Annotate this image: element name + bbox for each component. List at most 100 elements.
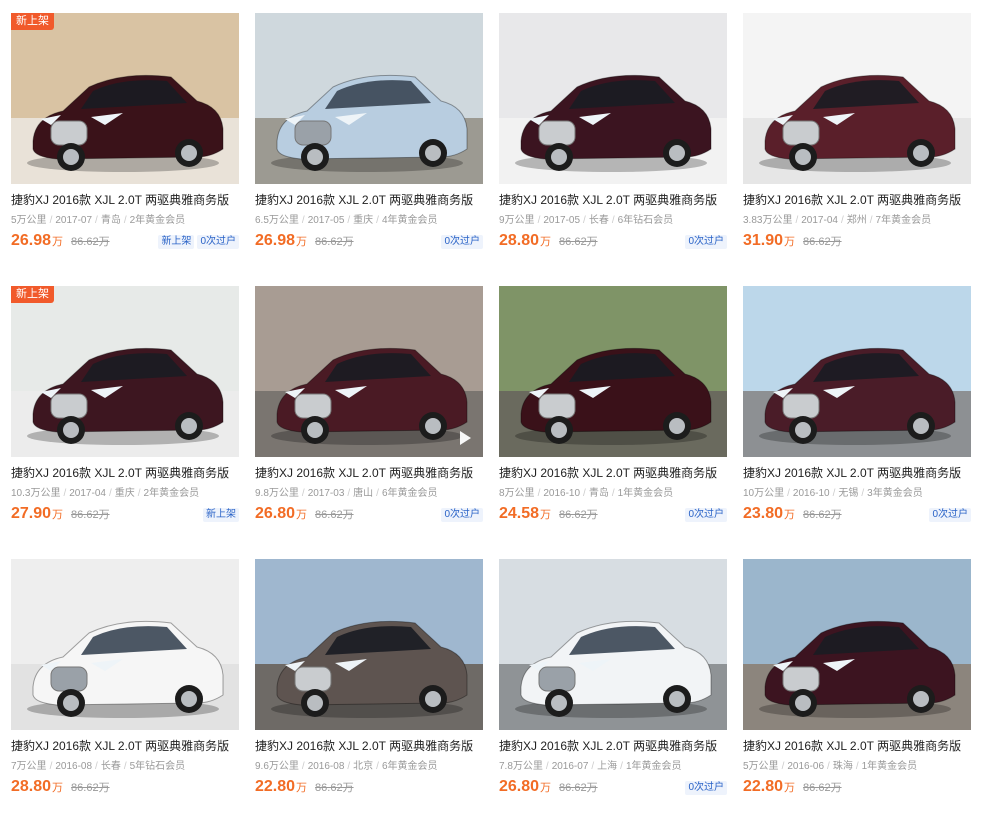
car-title-link[interactable]: 捷豹XJ 2016款 XJL 2.0T 两驱典雅商务版 [743, 739, 971, 754]
car-listing-card[interactable]: 捷豹XJ 2016款 XJL 2.0T 两驱典雅商务版 8万公里/2016-10/… [499, 286, 727, 546]
price-unit: 万 [540, 509, 552, 521]
meta-date: 2017-03 [307, 488, 345, 499]
tag-list: 0次过户 [929, 508, 971, 522]
car-photo[interactable] [11, 559, 239, 730]
car-listing-card[interactable]: 捷豹XJ 2016款 XJL 2.0T 两驱典雅商务版 9万公里/2017-05/… [499, 13, 727, 273]
transfer-count-tag: 0次过户 [441, 508, 483, 522]
car-photo[interactable] [743, 559, 971, 730]
meta-mileage: 9.6万公里 [255, 761, 299, 772]
price-row: 26.98 万 86.62万 0次过户 [255, 232, 483, 252]
original-price: 86.62万 [559, 509, 598, 521]
car-title-link[interactable]: 捷豹XJ 2016款 XJL 2.0T 两驱典雅商务版 [499, 466, 727, 481]
meta-separator: / [301, 761, 305, 772]
meta-separator: / [787, 488, 790, 499]
meta-mileage: 5万公里 [11, 215, 47, 226]
sale-price: 26.80 [499, 778, 540, 795]
price-unit: 万 [540, 782, 552, 794]
car-listing-card[interactable]: 捷豹XJ 2016款 XJL 2.0T 两驱典雅商务版 7万公里/2016-08/… [11, 559, 239, 819]
transfer-count-tag: 0次过户 [685, 235, 727, 249]
sale-price: 26.98 [255, 232, 296, 249]
meta-city: 青岛 [100, 215, 121, 226]
meta-separator: / [832, 488, 836, 499]
meta-city: 长春 [100, 761, 121, 772]
car-listing-card[interactable]: 捷豹XJ 2016款 XJL 2.0T 两驱典雅商务版 3.83万公里/2017-… [743, 13, 971, 273]
car-title-link[interactable]: 捷豹XJ 2016款 XJL 2.0T 两驱典雅商务版 [743, 193, 971, 208]
sale-price: 27.90 [11, 505, 52, 522]
car-listing-card[interactable]: 捷豹XJ 2016款 XJL 2.0T 两驱典雅商务版 7.8万公里/2016-0… [499, 559, 727, 819]
car-photo[interactable]: 新上架 [11, 13, 239, 184]
meta-separator: / [855, 761, 859, 772]
car-photo[interactable] [255, 13, 483, 184]
meta-member: 4年黄金会员 [381, 215, 438, 226]
meta-separator: / [611, 215, 615, 226]
video-play-icon[interactable] [460, 431, 471, 445]
transfer-count-tag: 0次过户 [685, 508, 727, 522]
price-unit: 万 [540, 236, 552, 248]
transfer-count-tag: 0次过户 [685, 781, 727, 795]
car-title-link[interactable]: 捷豹XJ 2016款 XJL 2.0T 两驱典雅商务版 [11, 193, 239, 208]
meta-city: 长春 [588, 215, 609, 226]
transfer-count-tag: 0次过户 [929, 508, 971, 522]
car-photo[interactable] [743, 13, 971, 184]
meta-separator: / [591, 761, 595, 772]
tag-list: 0次过户 [685, 508, 727, 522]
meta-date: 2017-07 [55, 215, 93, 226]
car-photo[interactable] [499, 13, 727, 184]
price-row: 26.80 万 86.62万 0次过户 [499, 778, 727, 798]
car-listing-card[interactable]: 捷豹XJ 2016款 XJL 2.0T 两驱典雅商务版 9.6万公里/2016-0… [255, 559, 483, 819]
car-photo[interactable] [499, 559, 727, 730]
meta-date: 2016-06 [787, 761, 825, 772]
car-title-link[interactable]: 捷豹XJ 2016款 XJL 2.0T 两驱典雅商务版 [11, 739, 239, 754]
meta-separator: / [301, 488, 305, 499]
sale-price: 28.80 [499, 232, 540, 249]
car-photo[interactable]: 新上架 [11, 286, 239, 457]
car-meta: 7.8万公里/2016-07/上海/1年黄金会员 [499, 760, 727, 773]
meta-mileage: 6.5万公里 [255, 215, 299, 226]
car-photo[interactable] [255, 559, 483, 730]
price-unit: 万 [52, 236, 64, 248]
meta-separator: / [583, 488, 586, 499]
meta-city: 郑州 [846, 215, 867, 226]
meta-date: 2016-10 [792, 488, 830, 499]
price-unit: 万 [784, 236, 796, 248]
meta-separator: / [620, 761, 623, 772]
meta-mileage: 7.8万公里 [499, 761, 543, 772]
car-title-link[interactable]: 捷豹XJ 2016款 XJL 2.0T 两驱典雅商务版 [255, 193, 483, 208]
original-price: 86.62万 [71, 236, 110, 248]
meta-separator: / [795, 215, 799, 226]
car-listing-card[interactable]: 捷豹XJ 2016款 XJL 2.0T 两驱典雅商务版 6.5万公里/2017-0… [255, 13, 483, 273]
car-listing-card[interactable]: 捷豹XJ 2016款 XJL 2.0T 两驱典雅商务版 10万公里/2016-10… [743, 286, 971, 546]
car-photo[interactable] [499, 286, 727, 457]
car-meta: 9.8万公里/2017-03/唐山/6年黄金会员 [255, 487, 483, 500]
tag-list: 0次过户 [685, 781, 727, 795]
transfer-count-tag: 0次过户 [441, 235, 483, 249]
car-photo[interactable] [255, 286, 483, 457]
car-meta: 5万公里/2017-07/青岛/2年黄金会员 [11, 214, 239, 227]
original-price: 86.62万 [559, 236, 598, 248]
car-listing-card[interactable]: 捷豹XJ 2016款 XJL 2.0T 两驱典雅商务版 5万公里/2016-06/… [743, 559, 971, 819]
tag-list: 0次过户 [441, 235, 483, 249]
car-title-link[interactable]: 捷豹XJ 2016款 XJL 2.0T 两驱典雅商务版 [255, 739, 483, 754]
meta-city: 青岛 [588, 488, 609, 499]
meta-mileage: 10.3万公里 [11, 488, 61, 499]
car-title-link[interactable]: 捷豹XJ 2016款 XJL 2.0T 两驱典雅商务版 [11, 466, 239, 481]
price-unit: 万 [296, 509, 308, 521]
meta-member: 6年黄金会员 [381, 488, 438, 499]
new-listing-tag: 新上架 [158, 235, 195, 249]
sale-price: 23.80 [743, 505, 784, 522]
price-row: 22.80 万 86.62万 [743, 778, 971, 798]
original-price: 86.62万 [803, 782, 842, 794]
car-title-link[interactable]: 捷豹XJ 2016款 XJL 2.0T 两驱典雅商务版 [499, 193, 727, 208]
meta-separator: / [95, 215, 98, 226]
meta-separator: / [537, 488, 541, 499]
car-listing-card[interactable]: 新上架 捷豹XJ 2016款 XJL 2.0T 两驱典雅商务版 10.3万公里/20… [11, 286, 239, 546]
car-title-link[interactable]: 捷豹XJ 2016款 XJL 2.0T 两驱典雅商务版 [499, 739, 727, 754]
tag-list: 0次过户 [441, 508, 483, 522]
car-title-link[interactable]: 捷豹XJ 2016款 XJL 2.0T 两驱典雅商务版 [255, 466, 483, 481]
meta-member: 1年黄金会员 [861, 761, 918, 772]
car-meta: 9万公里/2017-05/长春/6年钻石会员 [499, 214, 727, 227]
car-photo[interactable] [743, 286, 971, 457]
car-listing-card[interactable]: 新上架 捷豹XJ 2016款 XJL 2.0T 两驱典雅商务版 5万公里/2017-… [11, 13, 239, 273]
car-listing-card[interactable]: 捷豹XJ 2016款 XJL 2.0T 两驱典雅商务版 9.8万公里/2017-0… [255, 286, 483, 546]
car-title-link[interactable]: 捷豹XJ 2016款 XJL 2.0T 两驱典雅商务版 [743, 466, 971, 481]
